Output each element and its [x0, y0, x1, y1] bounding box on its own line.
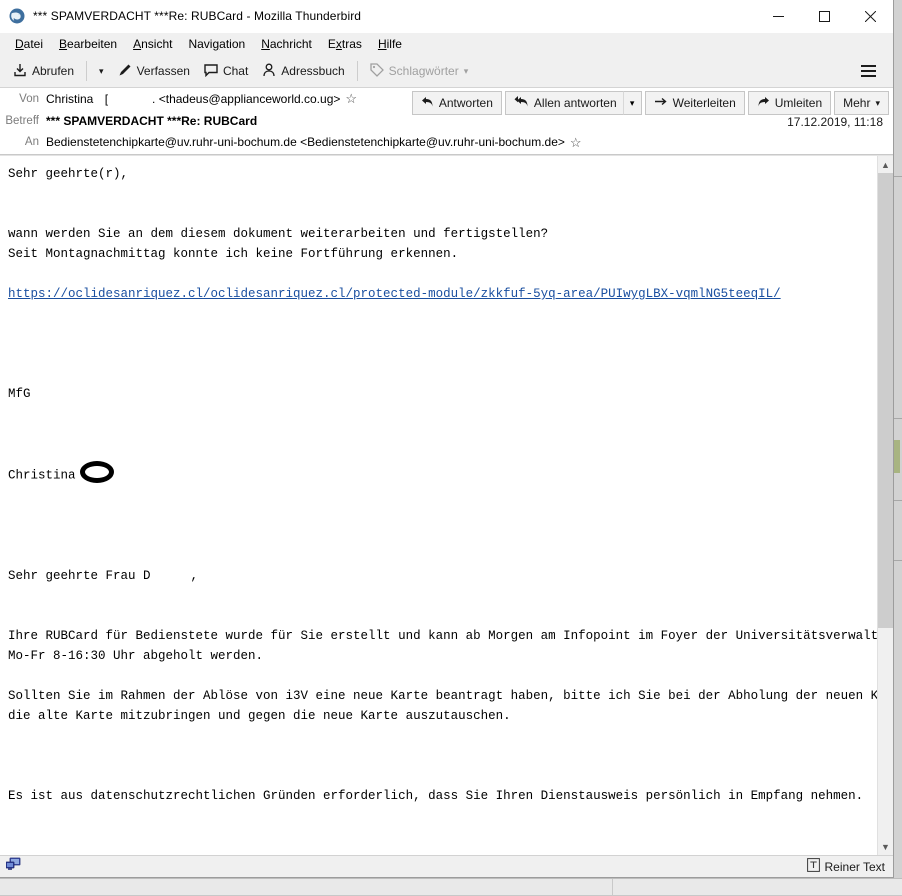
compose-label: Verfassen — [137, 64, 190, 78]
menu-nachricht[interactable]: Nachricht — [253, 35, 320, 53]
menu-navigation[interactable]: Navigation — [180, 35, 253, 53]
forward-button[interactable]: Weiterleiten — [645, 91, 745, 115]
network-status-icon[interactable] — [6, 857, 22, 876]
body-signoff: MfG — [8, 387, 31, 401]
signature-redaction-ellipse — [80, 461, 114, 483]
chevron-down-icon: ▾ — [464, 67, 469, 76]
menu-bearbeiten[interactable]: Bearbeiten — [51, 35, 125, 53]
to-row: An Bedienstetenchipkarte@uv.ruhr-uni-boc… — [0, 132, 893, 154]
quoted-para1-line1: Ihre RUBCard für Bedienstete wurde für S… — [8, 629, 877, 643]
menu-hilfe[interactable]: Hilfe — [370, 35, 410, 53]
minimize-button[interactable] — [755, 0, 801, 32]
person-icon — [262, 63, 276, 80]
app-menu-button[interactable] — [854, 58, 882, 84]
from-name-redaction — [97, 92, 105, 105]
status-bar: Reiner Text — [0, 855, 893, 877]
menu-bar[interactable]: Datei Bearbeiten Ansicht Navigation Nach… — [0, 33, 893, 55]
reply-all-dropdown[interactable]: ▾ — [623, 91, 642, 115]
tag-icon — [370, 63, 384, 80]
from-name-punct: . — [152, 92, 155, 106]
from-address: <thadeus@applianceworld.co.ug> — [159, 92, 341, 106]
redirect-arrow-icon — [757, 95, 770, 111]
star-icon-to[interactable]: ☆ — [570, 136, 582, 149]
from-label: Von — [0, 93, 46, 105]
vertical-scrollbar[interactable]: ▲ ▼ — [877, 156, 893, 855]
body-greeting: Sehr geehrte(r), — [8, 167, 128, 181]
reply-all-group: Allen antworten ▾ — [505, 91, 642, 115]
message-format-label: Reiner Text — [825, 860, 885, 874]
to-label: An — [0, 136, 46, 148]
address-book-label: Adressbuch — [281, 64, 344, 78]
tags-label: Schlagwörter — [389, 64, 459, 78]
message-date: 17.12.2019, 11:18 — [787, 115, 883, 129]
quoted-para1-line2: Mo-Fr 8-16:30 Uhr abgeholt werden. — [8, 649, 263, 663]
reply-all-arrow-icon — [514, 95, 529, 111]
menu-datei[interactable]: Datei — [7, 35, 51, 53]
tags-button[interactable]: Schlagwörter ▾ — [363, 58, 476, 84]
quoted-para2-line1: Sollten Sie im Rahmen der Ablöse von i3V… — [8, 689, 877, 703]
scroll-up-button[interactable]: ▲ — [878, 156, 893, 173]
pencil-icon — [118, 63, 132, 80]
main-toolbar: Abrufen ▾ Verfassen Chat — [0, 55, 893, 88]
scrollbar-track[interactable] — [878, 173, 893, 838]
from-name: Christina — [46, 92, 93, 106]
chat-bubble-icon — [204, 63, 218, 80]
more-label: Mehr — [843, 96, 870, 110]
from-redaction-block — [108, 92, 152, 105]
thunderbird-icon — [9, 8, 25, 24]
phishing-link[interactable]: https://oclidesanriquez.cl/oclidesanriqu… — [8, 287, 781, 301]
star-icon[interactable]: ☆ — [345, 91, 357, 106]
message-body-text[interactable]: Sehr geehrte(r), wann werden Sie an dem … — [0, 156, 877, 855]
toolbar-separator-2 — [357, 61, 358, 81]
quoted-greeting: Sehr geehrte Frau D, — [8, 569, 198, 583]
chat-label: Chat — [223, 64, 248, 78]
quoted-para2-line2: die alte Karte mitzubringen und gegen di… — [8, 709, 511, 723]
more-button[interactable]: Mehr ▾ — [834, 91, 889, 115]
reply-all-button[interactable]: Allen antworten — [505, 91, 623, 115]
subject-value: *** SPAMVERDACHT ***Re: RUBCard — [46, 114, 257, 128]
thunderbird-window: *** SPAMVERDACHT ***Re: RUBCard - Mozill… — [0, 0, 894, 878]
plain-text-icon — [807, 858, 820, 875]
reply-arrow-icon — [421, 95, 434, 111]
forward-arrow-icon — [654, 95, 668, 111]
maximize-button[interactable] — [801, 0, 847, 32]
quoted-para3: Es ist aus datenschutzrechtlichen Gründe… — [8, 789, 863, 803]
subject-label: Betreff — [0, 115, 46, 127]
menu-ansicht[interactable]: Ansicht — [125, 35, 180, 53]
close-button[interactable] — [847, 0, 893, 32]
address-book-button[interactable]: Adressbuch — [255, 58, 351, 84]
download-icon — [13, 63, 27, 80]
taskbar-divider — [612, 879, 613, 896]
chevron-down-icon: ▾ — [99, 67, 104, 76]
message-body-area: Sehr geehrte(r), wann werden Sie an dem … — [0, 155, 893, 855]
get-messages-label: Abrufen — [32, 64, 74, 78]
to-value[interactable]: Bedienstetenchipkarte@uv.ruhr-uni-bochum… — [46, 135, 565, 149]
toolbar-separator-1 — [86, 61, 87, 81]
title-bar: *** SPAMVERDACHT ***Re: RUBCard - Mozill… — [0, 0, 893, 33]
body-signature-name: Christina — [8, 468, 76, 482]
chevron-down-icon: ▾ — [630, 99, 635, 108]
message-action-buttons: Antworten Allen antworten ▾ Weiterleiten — [412, 91, 889, 115]
forward-label: Weiterleiten — [673, 96, 736, 110]
redirect-button[interactable]: Umleiten — [748, 91, 831, 115]
chat-button[interactable]: Chat — [197, 58, 255, 84]
scrollbar-thumb[interactable] — [878, 173, 893, 628]
menu-extras[interactable]: Extras — [320, 35, 370, 53]
scroll-down-button[interactable]: ▼ — [878, 838, 893, 855]
body-para1-line1: wann werden Sie an dem diesem dokument w… — [8, 227, 548, 241]
taskbar[interactable] — [0, 878, 902, 895]
reply-button[interactable]: Antworten — [412, 91, 502, 115]
chevron-down-icon: ▾ — [875, 99, 880, 108]
body-para1-line2: Seit Montagnachmittag konnte ich keine F… — [8, 247, 458, 261]
message-header: Von Christina [. <thadeus@applianceworld… — [0, 88, 893, 155]
compose-button[interactable]: Verfassen — [111, 58, 197, 84]
from-value[interactable]: Christina [. <thadeus@applianceworld.co.… — [46, 92, 357, 106]
get-messages-dropdown[interactable]: ▾ — [92, 58, 111, 84]
redirect-label: Umleiten — [775, 96, 822, 110]
window-title: *** SPAMVERDACHT ***Re: RUBCard - Mozill… — [33, 9, 361, 23]
reply-all-label: Allen antworten — [534, 96, 617, 110]
reply-label: Antworten — [439, 96, 493, 110]
message-format-indicator[interactable]: Reiner Text — [807, 858, 885, 875]
get-messages-button[interactable]: Abrufen — [6, 58, 81, 84]
